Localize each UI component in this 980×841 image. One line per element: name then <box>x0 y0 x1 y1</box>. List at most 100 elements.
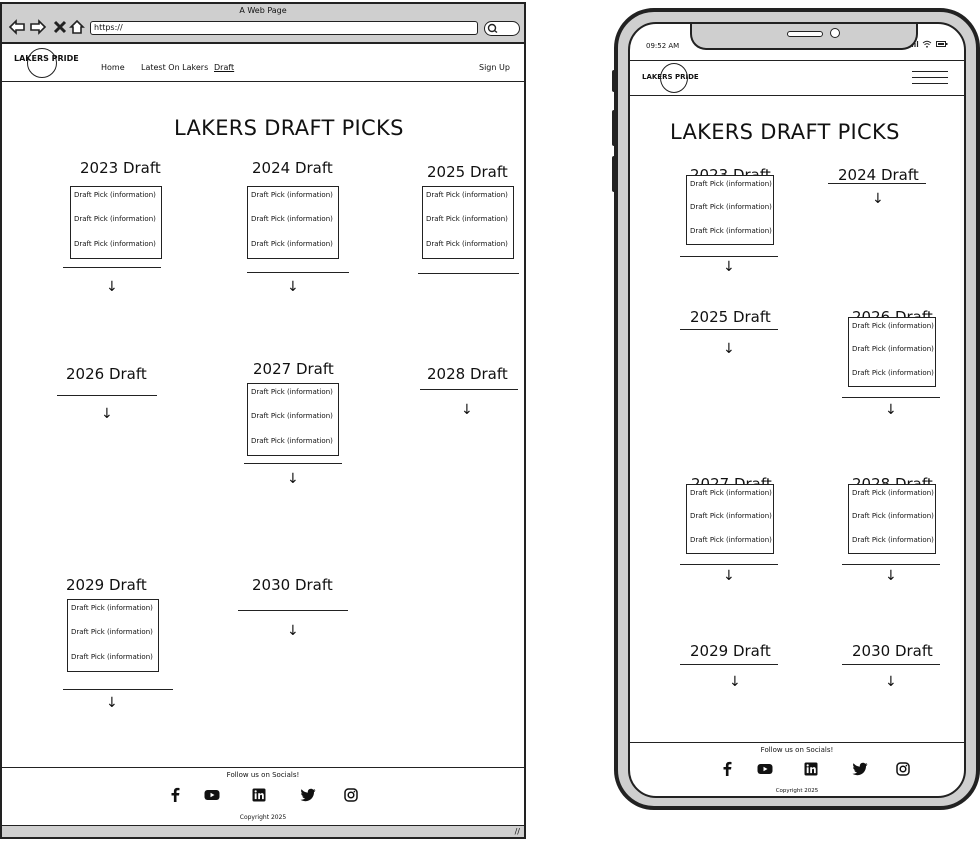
mobile-draft-pick-item[interactable]: Draft Pick (information) <box>852 345 934 353</box>
mobile-draft-heading[interactable]: 2024 Draft <box>838 166 919 184</box>
mobile-expand-arrow-icon[interactable]: ↓ <box>872 192 884 206</box>
mobile-draft-pick-item[interactable]: Draft Pick (information) <box>852 322 934 330</box>
draft-pick-item[interactable]: Draft Pick (information) <box>426 215 508 223</box>
instagram-icon[interactable] <box>342 786 360 804</box>
mobile-logo-circle-icon <box>660 63 688 93</box>
search-icon <box>487 23 498 34</box>
mobile-draft-pick-item[interactable]: Draft Pick (information) <box>852 512 934 520</box>
resize-grip-icon[interactable]: // <box>515 827 520 836</box>
mobile-draft-divider <box>680 564 778 565</box>
mobile-draft-heading[interactable]: 2025 Draft <box>690 308 771 326</box>
mobile-expand-arrow-icon[interactable]: ↓ <box>723 569 735 583</box>
stop-button[interactable] <box>51 18 69 36</box>
browser-status-bar: // <box>2 825 524 837</box>
mobile-expand-arrow-icon[interactable]: ↓ <box>885 675 897 689</box>
hamburger-line <box>912 83 948 84</box>
mobile-draft-pick-item[interactable]: Draft Pick (information) <box>690 227 772 235</box>
hamburger-menu-button[interactable] <box>912 71 948 89</box>
draft-pick-item[interactable]: Draft Pick (information) <box>71 628 153 636</box>
draft-pick-item[interactable]: Draft Pick (information) <box>426 191 508 199</box>
mobile-copyright-text: Copyright 2025 <box>775 788 819 794</box>
mobile-facebook-icon[interactable] <box>718 760 736 778</box>
close-icon <box>53 20 67 34</box>
expand-arrow-icon[interactable]: ↓ <box>106 696 118 710</box>
mobile-draft-heading[interactable]: 2029 Draft <box>690 642 771 660</box>
mobile-draft-pick-item[interactable]: Draft Pick (information) <box>852 536 934 544</box>
draft-pick-item[interactable]: Draft Pick (information) <box>251 191 333 199</box>
window-title: A Web Page <box>239 6 287 15</box>
draft-heading[interactable]: 2026 Draft <box>66 365 147 383</box>
mobile-expand-arrow-icon[interactable]: ↓ <box>885 403 897 417</box>
mobile-draft-heading[interactable]: 2030 Draft <box>852 642 933 660</box>
draft-pick-item[interactable]: Draft Pick (information) <box>71 653 153 661</box>
mobile-draft-pick-item[interactable]: Draft Pick (information) <box>690 536 772 544</box>
draft-divider <box>238 610 348 611</box>
draft-divider <box>63 689 173 690</box>
mobile-phone-frame: 09:52 AM LAKERS PRIDE LAKERS DRAFT PICKS… <box>614 8 980 810</box>
mobile-draft-pick-item[interactable]: Draft Pick (information) <box>690 203 772 211</box>
linkedin-icon[interactable] <box>250 786 268 804</box>
youtube-icon[interactable] <box>203 786 221 804</box>
draft-pick-item[interactable]: Draft Pick (information) <box>251 215 333 223</box>
draft-divider <box>63 267 161 268</box>
mobile-draft-pick-item[interactable]: Draft Pick (information) <box>852 369 934 377</box>
site-header: LAKERS PRIDE Home Latest On Lakers Draft… <box>2 44 524 82</box>
draft-heading[interactable]: 2028 Draft <box>427 365 508 383</box>
mobile-linkedin-icon[interactable] <box>802 760 820 778</box>
draft-picks-panel: Draft Pick (information) Draft Pick (info… <box>422 186 514 259</box>
draft-picks-panel: Draft Pick (information) Draft Pick (info… <box>247 186 339 259</box>
phone-notch <box>690 24 918 50</box>
draft-pick-item[interactable]: Draft Pick (information) <box>251 437 333 445</box>
mobile-draft-pick-item[interactable]: Draft Pick (information) <box>690 180 772 188</box>
draft-pick-item[interactable]: Draft Pick (information) <box>251 388 333 396</box>
search-field[interactable] <box>484 21 520 36</box>
sign-up-link[interactable]: Sign Up <box>479 63 510 72</box>
expand-arrow-icon[interactable]: ↓ <box>461 403 473 417</box>
draft-pick-item[interactable]: Draft Pick (information) <box>71 604 153 612</box>
draft-pick-item[interactable]: Draft Pick (information) <box>426 240 508 248</box>
draft-pick-item[interactable]: Draft Pick (information) <box>251 412 333 420</box>
expand-arrow-icon[interactable]: ↓ <box>287 280 299 294</box>
facebook-icon[interactable] <box>166 786 184 804</box>
nav-latest-on-lakers[interactable]: Latest On Lakers <box>141 63 208 72</box>
draft-pick-item[interactable]: Draft Pick (information) <box>74 191 156 199</box>
draft-heading[interactable]: 2024 Draft <box>252 159 333 177</box>
expand-arrow-icon[interactable]: ↓ <box>101 407 113 421</box>
mobile-youtube-icon[interactable] <box>756 760 774 778</box>
hamburger-line <box>912 77 948 78</box>
address-bar[interactable]: https:// <box>90 21 478 35</box>
expand-arrow-icon[interactable]: ↓ <box>287 472 299 486</box>
home-button[interactable] <box>68 18 86 36</box>
draft-divider <box>247 272 349 273</box>
site-footer: Follow us on Socials! Copyright 2025 <box>2 767 524 827</box>
mobile-draft-divider <box>842 397 940 398</box>
mobile-twitter-icon[interactable] <box>851 760 869 778</box>
nav-draft[interactable]: Draft <box>214 63 234 72</box>
mobile-draft-pick-item[interactable]: Draft Pick (information) <box>690 512 772 520</box>
mobile-draft-pick-item[interactable]: Draft Pick (information) <box>690 489 772 497</box>
draft-heading[interactable]: 2025 Draft <box>427 163 508 181</box>
status-time: 09:52 AM <box>646 42 680 50</box>
expand-arrow-icon[interactable]: ↓ <box>287 624 299 638</box>
expand-arrow-icon[interactable]: ↓ <box>106 280 118 294</box>
draft-divider <box>57 395 157 396</box>
draft-pick-item[interactable]: Draft Pick (information) <box>251 240 333 248</box>
draft-pick-item[interactable]: Draft Pick (information) <box>74 240 156 248</box>
mobile-expand-arrow-icon[interactable]: ↓ <box>723 260 735 274</box>
nav-home[interactable]: Home <box>101 63 125 72</box>
draft-heading[interactable]: 2030 Draft <box>252 576 333 594</box>
mobile-expand-arrow-icon[interactable]: ↓ <box>729 675 741 689</box>
draft-heading[interactable]: 2023 Draft <box>80 159 161 177</box>
draft-heading[interactable]: 2029 Draft <box>66 576 147 594</box>
mobile-draft-pick-item[interactable]: Draft Pick (information) <box>852 489 934 497</box>
draft-heading[interactable]: 2027 Draft <box>253 360 334 378</box>
mobile-expand-arrow-icon[interactable]: ↓ <box>885 569 897 583</box>
mobile-instagram-icon[interactable] <box>894 760 912 778</box>
mobile-expand-arrow-icon[interactable]: ↓ <box>723 342 735 356</box>
back-button[interactable] <box>8 18 26 36</box>
twitter-icon[interactable] <box>299 786 317 804</box>
mobile-site-header: LAKERS PRIDE <box>630 60 964 96</box>
forward-button[interactable] <box>29 18 47 36</box>
draft-pick-item[interactable]: Draft Pick (information) <box>74 215 156 223</box>
mobile-footer-follow-text: Follow us on Socials! <box>760 746 834 754</box>
